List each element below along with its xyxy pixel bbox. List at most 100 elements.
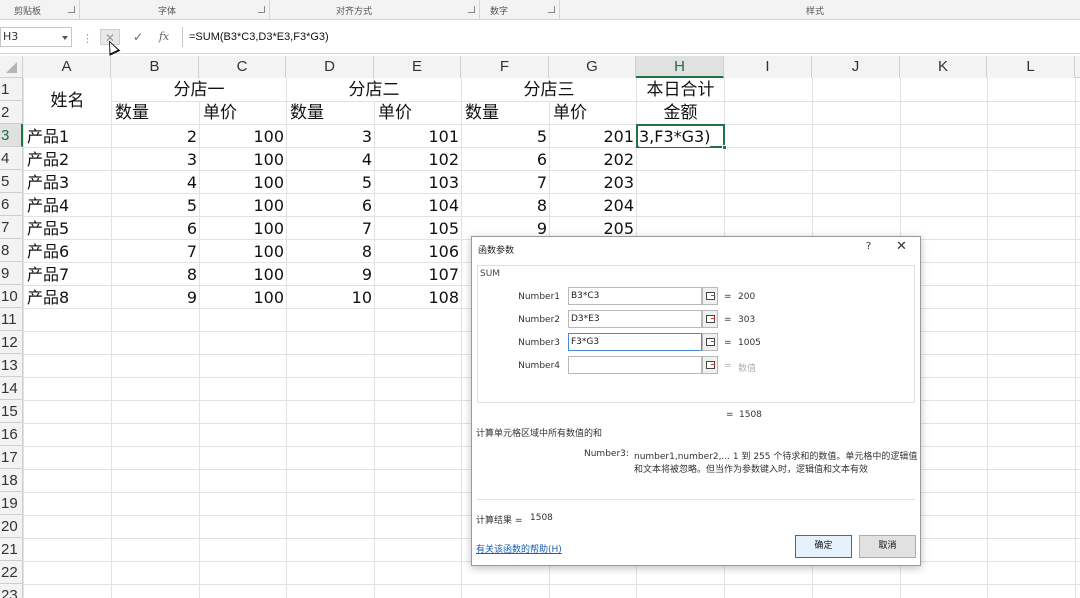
cell-a3-product[interactable]: 产品1 xyxy=(24,125,111,147)
cell-e4[interactable]: 102 xyxy=(375,148,461,170)
cell-b7[interactable]: 6 xyxy=(112,217,199,239)
dialog-launcher-icon[interactable] xyxy=(68,6,75,13)
column-header-l[interactable]: L xyxy=(987,56,1075,78)
cell-b6[interactable]: 5 xyxy=(112,194,199,216)
range-picker-button[interactable] xyxy=(702,287,718,305)
row-header-10[interactable]: 10 xyxy=(0,285,23,308)
cell-g2-price-header[interactable]: 单价 xyxy=(550,102,636,124)
cell-d10[interactable]: 10 xyxy=(287,286,374,308)
cell-d9[interactable]: 9 xyxy=(287,263,374,285)
column-header-k[interactable]: K xyxy=(900,56,987,78)
row-header-3[interactable]: 3 xyxy=(0,124,23,147)
row-header-9[interactable]: 9 xyxy=(0,262,23,285)
row-header-20[interactable]: 20 xyxy=(0,515,23,538)
column-header-c[interactable]: C xyxy=(199,56,286,78)
cell-f5[interactable]: 7 xyxy=(462,171,549,193)
cell-a9-product[interactable]: 产品7 xyxy=(24,263,111,285)
cell-e3[interactable]: 101 xyxy=(375,125,461,147)
cell-d7[interactable]: 7 xyxy=(287,217,374,239)
row-header-7[interactable]: 7 xyxy=(0,216,23,239)
row-header-19[interactable]: 19 xyxy=(0,492,23,515)
row-header-13[interactable]: 13 xyxy=(0,354,23,377)
row-header-5[interactable]: 5 xyxy=(0,170,23,193)
cell-d6[interactable]: 6 xyxy=(287,194,374,216)
cell-c9[interactable]: 100 xyxy=(200,263,286,285)
select-all-button[interactable] xyxy=(0,56,23,78)
cell-b3[interactable]: 2 xyxy=(112,125,199,147)
arg-input-number1[interactable]: B3*C3 xyxy=(568,287,702,305)
cell-c3[interactable]: 100 xyxy=(200,125,286,147)
cell-f4[interactable]: 6 xyxy=(462,148,549,170)
active-cell-edit-text[interactable]: 3,F3*G3) xyxy=(639,126,711,147)
range-picker-button[interactable] xyxy=(702,356,718,374)
cell-g4[interactable]: 202 xyxy=(550,148,636,170)
cell-g6[interactable]: 204 xyxy=(550,194,636,216)
cell-b2-qty-header[interactable]: 数量 xyxy=(112,102,199,124)
dialog-launcher-icon[interactable] xyxy=(258,6,265,13)
active-cell-h3[interactable]: 3,F3*G3) xyxy=(636,124,727,150)
cell-c5[interactable]: 100 xyxy=(200,171,286,193)
cell-h1-daily-total-header[interactable]: 本日合计 xyxy=(637,79,724,101)
row-header-6[interactable]: 6 xyxy=(0,193,23,216)
cell-b5[interactable]: 4 xyxy=(112,171,199,193)
row-header-18[interactable]: 18 xyxy=(0,469,23,492)
cell-d4[interactable]: 4 xyxy=(287,148,374,170)
row-header-21[interactable]: 21 xyxy=(0,538,23,561)
row-header-23[interactable]: 23 xyxy=(0,584,23,598)
cell-f1-store3-header[interactable]: 分店三 xyxy=(462,79,636,101)
arg-input-number4[interactable] xyxy=(568,356,702,374)
row-header-2[interactable]: 2 xyxy=(0,101,23,124)
cell-a8-product[interactable]: 产品6 xyxy=(24,240,111,262)
cell-d1-store2-header[interactable]: 分店二 xyxy=(287,79,461,101)
cell-a7-product[interactable]: 产品5 xyxy=(24,217,111,239)
row-header-4[interactable]: 4 xyxy=(0,147,23,170)
column-header-a[interactable]: A xyxy=(23,56,111,78)
cell-b1-store1-header[interactable]: 分店一 xyxy=(112,79,286,101)
cell-b8[interactable]: 7 xyxy=(112,240,199,262)
cell-f6[interactable]: 8 xyxy=(462,194,549,216)
cell-c6[interactable]: 100 xyxy=(200,194,286,216)
range-picker-button[interactable] xyxy=(702,333,718,351)
row-header-8[interactable]: 8 xyxy=(0,239,23,262)
cell-e7[interactable]: 105 xyxy=(375,217,461,239)
cell-c8[interactable]: 100 xyxy=(200,240,286,262)
cell-c2-price-header[interactable]: 单价 xyxy=(200,102,286,124)
row-header-17[interactable]: 17 xyxy=(0,446,23,469)
fill-handle[interactable] xyxy=(722,145,727,150)
column-header-i[interactable]: I xyxy=(724,56,812,78)
cell-a1-name-header[interactable]: 姓名 xyxy=(24,79,111,124)
row-header-11[interactable]: 11 xyxy=(0,308,23,331)
cell-d3[interactable]: 3 xyxy=(287,125,374,147)
cell-c4[interactable]: 100 xyxy=(200,148,286,170)
range-picker-button[interactable] xyxy=(702,310,718,328)
cell-a10-product[interactable]: 产品8 xyxy=(24,286,111,308)
help-icon[interactable]: ? xyxy=(866,241,871,252)
column-header-g[interactable]: G xyxy=(549,56,636,78)
row-header-16[interactable]: 16 xyxy=(0,423,23,446)
cell-d5[interactable]: 5 xyxy=(287,171,374,193)
cell-e5[interactable]: 103 xyxy=(375,171,461,193)
cell-f3[interactable]: 5 xyxy=(462,125,549,147)
arg-input-number2[interactable]: D3*E3 xyxy=(568,310,702,328)
close-icon[interactable]: ✕ xyxy=(896,239,907,254)
cell-e8[interactable]: 106 xyxy=(375,240,461,262)
cell-e6[interactable]: 104 xyxy=(375,194,461,216)
column-header-d[interactable]: D xyxy=(286,56,374,78)
row-header-15[interactable]: 15 xyxy=(0,400,23,423)
cell-a5-product[interactable]: 产品3 xyxy=(24,171,111,193)
cell-b4[interactable]: 3 xyxy=(112,148,199,170)
chevron-down-icon[interactable] xyxy=(62,36,68,40)
cell-g3[interactable]: 201 xyxy=(550,125,636,147)
enter-check-icon[interactable]: ✓ xyxy=(128,29,148,45)
cell-b9[interactable]: 8 xyxy=(112,263,199,285)
row-header-1[interactable]: 1 xyxy=(0,78,23,101)
cell-e9[interactable]: 107 xyxy=(375,263,461,285)
insert-function-icon[interactable]: fx xyxy=(154,29,174,45)
formula-input[interactable]: =SUM(B3*C3,D3*E3,F3*G3) xyxy=(182,27,1080,47)
cell-d8[interactable]: 8 xyxy=(287,240,374,262)
column-header-e[interactable]: E xyxy=(374,56,461,78)
dialog-launcher-icon[interactable] xyxy=(468,6,475,13)
arg-input-number3[interactable]: F3*G3 xyxy=(568,333,702,351)
cell-e2-price-header[interactable]: 单价 xyxy=(375,102,461,124)
cell-a6-product[interactable]: 产品4 xyxy=(24,194,111,216)
